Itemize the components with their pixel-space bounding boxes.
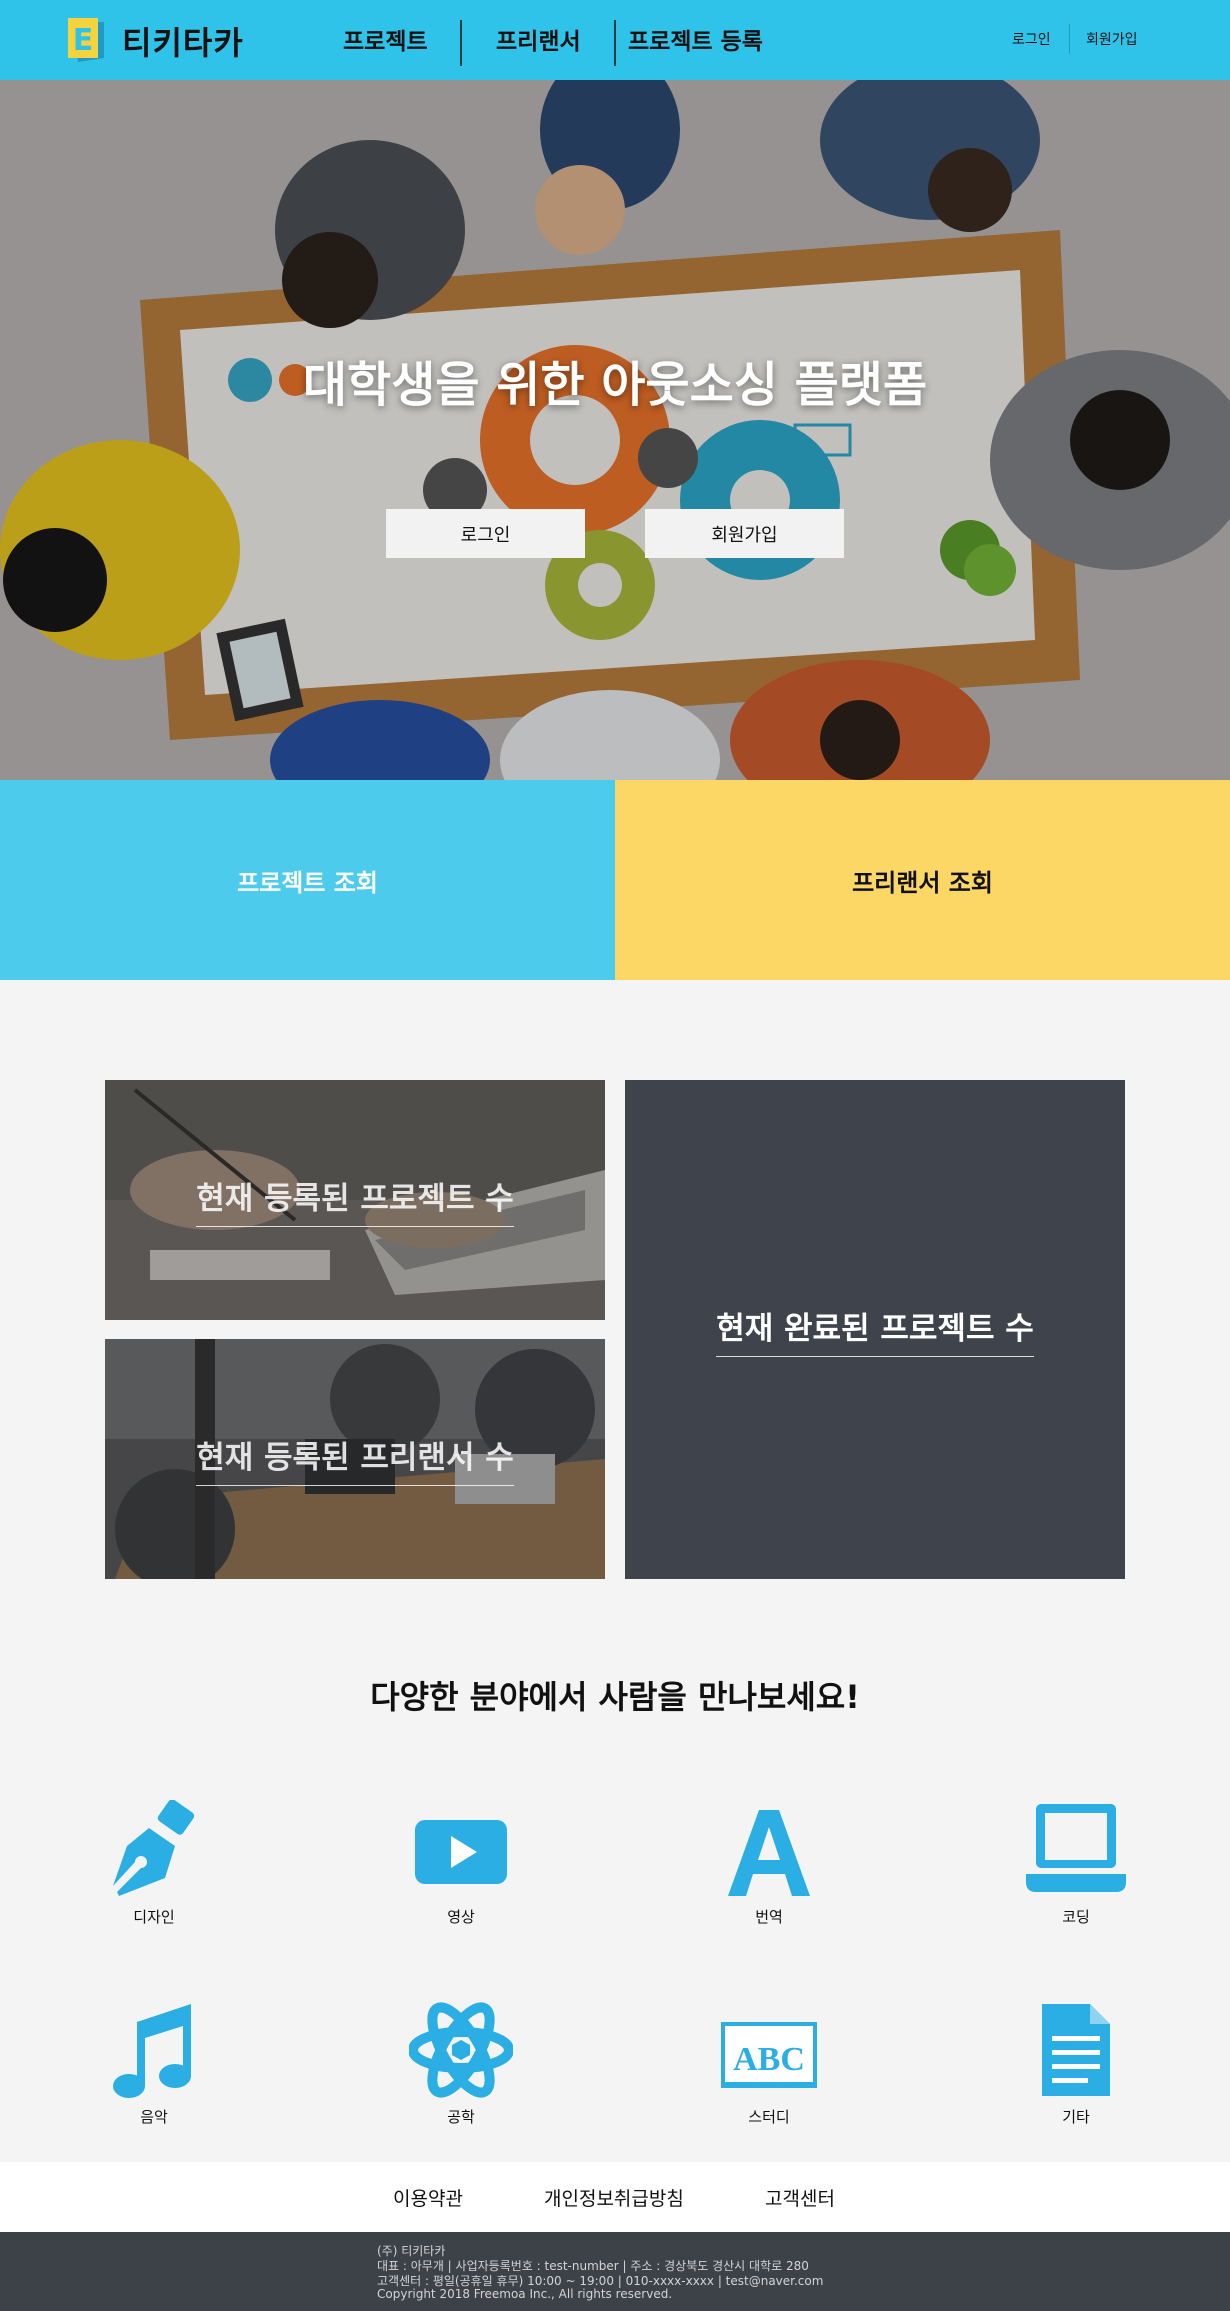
category-coding[interactable]: 코딩 [996, 1800, 1156, 1927]
nav-register-project[interactable]: 프로젝트 등록 [628, 22, 763, 56]
hero-login-button[interactable]: 로그인 [386, 509, 585, 558]
freelancer-lookup-button[interactable]: 프리랜서 조회 [615, 780, 1230, 980]
category-label: 공학 [447, 2108, 475, 2126]
top-header: E 티키타카 프로젝트 프리랜서 프로젝트 등록 로그인 회원가입 [0, 0, 1230, 80]
registered-freelancers-card[interactable]: 현재 등록된 프리랜서 수 [105, 1339, 605, 1579]
completed-projects-card[interactable]: 현재 완료된 프로젝트 수 [625, 1080, 1125, 1579]
hero-team-photo [0, 80, 1230, 780]
hero-signup-button[interactable]: 회원가입 [645, 509, 844, 558]
category-label: 음악 [140, 2108, 168, 2126]
hero-title: 대학생을 위한 아웃소싱 플랫폼 [302, 357, 928, 413]
logo-icon[interactable]: E [66, 16, 106, 64]
category-study[interactable]: ABC 스터디 [689, 2000, 849, 2127]
categories-title: 다양한 분야에서 사람을 만나보세요! [370, 1678, 860, 1716]
registered-freelancers-label: 현재 등록된 프리랜서 수 [196, 1432, 514, 1486]
nav-divider [460, 20, 462, 66]
category-label: 스터디 [748, 2108, 790, 2126]
category-engineering[interactable]: 공학 [381, 2000, 541, 2127]
video-play-icon [415, 1820, 507, 1884]
brand-name[interactable]: 티키타카 [122, 18, 244, 64]
category-music[interactable]: 음악 [74, 2000, 234, 2127]
abc-board-icon: ABC [721, 2022, 817, 2088]
footer-info: (주) 티키타카 대표 : 아무개 | 사업자등록번호 : test-numbe… [0, 2232, 1230, 2311]
category-label: 영상 [447, 1908, 475, 1926]
music-note-icon [113, 2004, 191, 2098]
pen-nib-icon [113, 1800, 195, 1896]
category-label: 번역 [755, 1908, 783, 1926]
project-lookup-button[interactable]: 프로젝트 조회 [0, 780, 615, 980]
header-signup-link[interactable]: 회원가입 [1086, 29, 1138, 49]
document-icon [1042, 2004, 1110, 2096]
nav-divider [614, 20, 616, 66]
category-etc[interactable]: 기타 [996, 2000, 1156, 2127]
privacy-policy-link[interactable]: 개인정보취급방침 [544, 2184, 684, 2211]
hero-banner: 대학생을 위한 아웃소싱 플랫폼 로그인 회원가입 [0, 80, 1230, 780]
terms-link[interactable]: 이용약관 [393, 2184, 463, 2211]
completed-projects-label: 현재 완료된 프로젝트 수 [716, 1303, 1034, 1357]
atom-icon [409, 2002, 513, 2098]
category-design[interactable]: 디자인 [74, 1800, 234, 1927]
footer-links-bar: 이용약관 개인정보취급방침 고객센터 [0, 2162, 1230, 2232]
category-translation[interactable]: 번역 [689, 1800, 849, 1927]
footer-copyright: Copyright 2018 Freemoa Inc., All rights … [377, 2287, 673, 2301]
registered-projects-card[interactable]: 현재 등록된 프로젝트 수 [105, 1080, 605, 1320]
laptop-icon [1026, 1804, 1126, 1892]
svg-text:ABC: ABC [733, 2041, 805, 2078]
nav-projects[interactable]: 프로젝트 [343, 22, 428, 56]
category-label: 코딩 [1062, 1908, 1090, 1926]
category-label: 기타 [1062, 2108, 1090, 2126]
category-label: 디자인 [133, 1908, 175, 1926]
nav-freelancers[interactable]: 프리랜서 [496, 22, 581, 56]
header-link-divider [1069, 24, 1070, 54]
customer-center-link[interactable]: 고객센터 [765, 2184, 835, 2211]
header-login-link[interactable]: 로그인 [1012, 29, 1051, 49]
svg-text:E: E [73, 23, 94, 58]
letter-a-icon [728, 1810, 810, 1896]
registered-projects-label: 현재 등록된 프로젝트 수 [196, 1173, 514, 1227]
category-video[interactable]: 영상 [381, 1800, 541, 1927]
